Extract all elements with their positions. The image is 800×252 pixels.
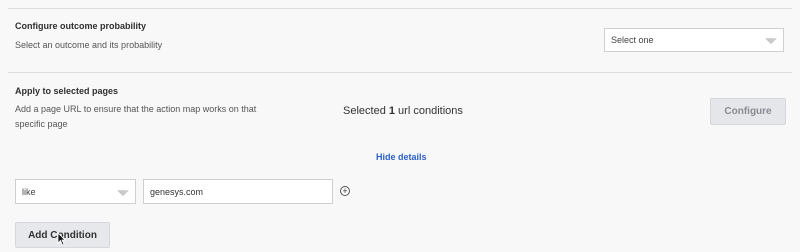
outcome-select[interactable]: Select one bbox=[604, 28, 784, 52]
condition-url-input[interactable]: genesys.com bbox=[143, 179, 333, 204]
condition-operator-value: like bbox=[22, 186, 36, 197]
outcome-select-value: Select one bbox=[611, 35, 654, 45]
chevron-down-icon bbox=[117, 189, 129, 196]
configure-button[interactable]: Configure bbox=[710, 98, 786, 125]
chevron-down-icon bbox=[765, 38, 777, 45]
selected-conditions-summary: Selected 1 url conditions bbox=[343, 105, 463, 117]
top-divider bbox=[8, 8, 792, 9]
selected-prefix: Selected bbox=[343, 105, 389, 117]
pages-title: Apply to selected pages bbox=[15, 86, 119, 96]
plus-circle-icon[interactable]: + bbox=[340, 186, 350, 196]
condition-url-value: genesys.com bbox=[150, 186, 204, 197]
hide-details-link[interactable]: Hide details bbox=[376, 152, 427, 162]
pointer-cursor-icon bbox=[57, 232, 66, 246]
outcome-description: Select an outcome and its probability bbox=[15, 40, 163, 50]
section-divider bbox=[8, 72, 792, 73]
outcome-title: Configure outcome probability bbox=[15, 21, 147, 31]
condition-operator-select[interactable]: like bbox=[15, 179, 136, 204]
selected-suffix: url conditions bbox=[395, 105, 463, 117]
pages-description: Add a page URL to ensure that the action… bbox=[15, 104, 257, 129]
